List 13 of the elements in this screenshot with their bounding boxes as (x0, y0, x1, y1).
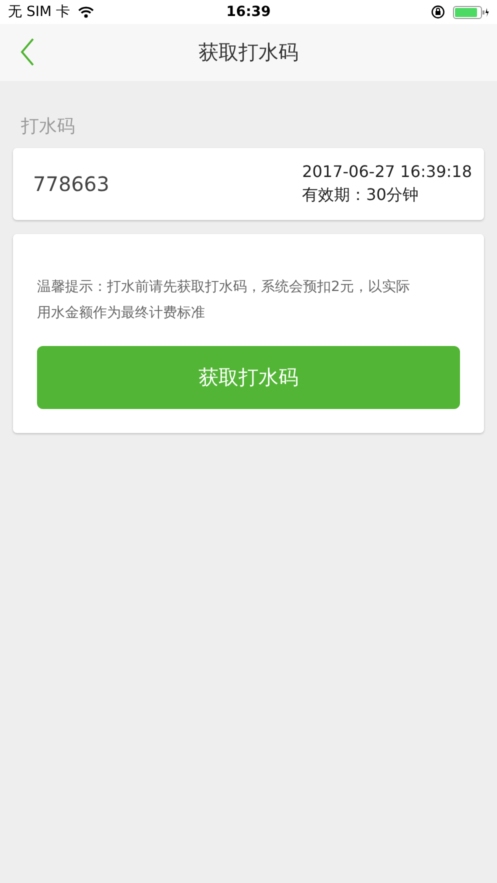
wifi-icon (78, 6, 94, 18)
carrier-label: 无 SIM 卡 (8, 3, 70, 21)
page-title: 获取打水码 (198, 39, 298, 66)
get-code-button[interactable]: 获取打水码 (37, 346, 460, 409)
timestamp: 2017-06-27 16:39:18 (302, 162, 472, 181)
rotation-lock-icon (431, 5, 445, 19)
back-button[interactable] (20, 38, 34, 66)
water-code: 778663 (33, 172, 110, 196)
section-label: 打水码 (20, 115, 76, 139)
validity-label: 有效期：30分钟 (302, 185, 420, 206)
tip-text: 温馨提示：打水前请先获取打水码，系统会预扣2元，以实际用水金额作为最终计费标准 (37, 278, 411, 323)
battery-icon (453, 6, 489, 18)
clock-time: 16:39 (226, 4, 271, 20)
